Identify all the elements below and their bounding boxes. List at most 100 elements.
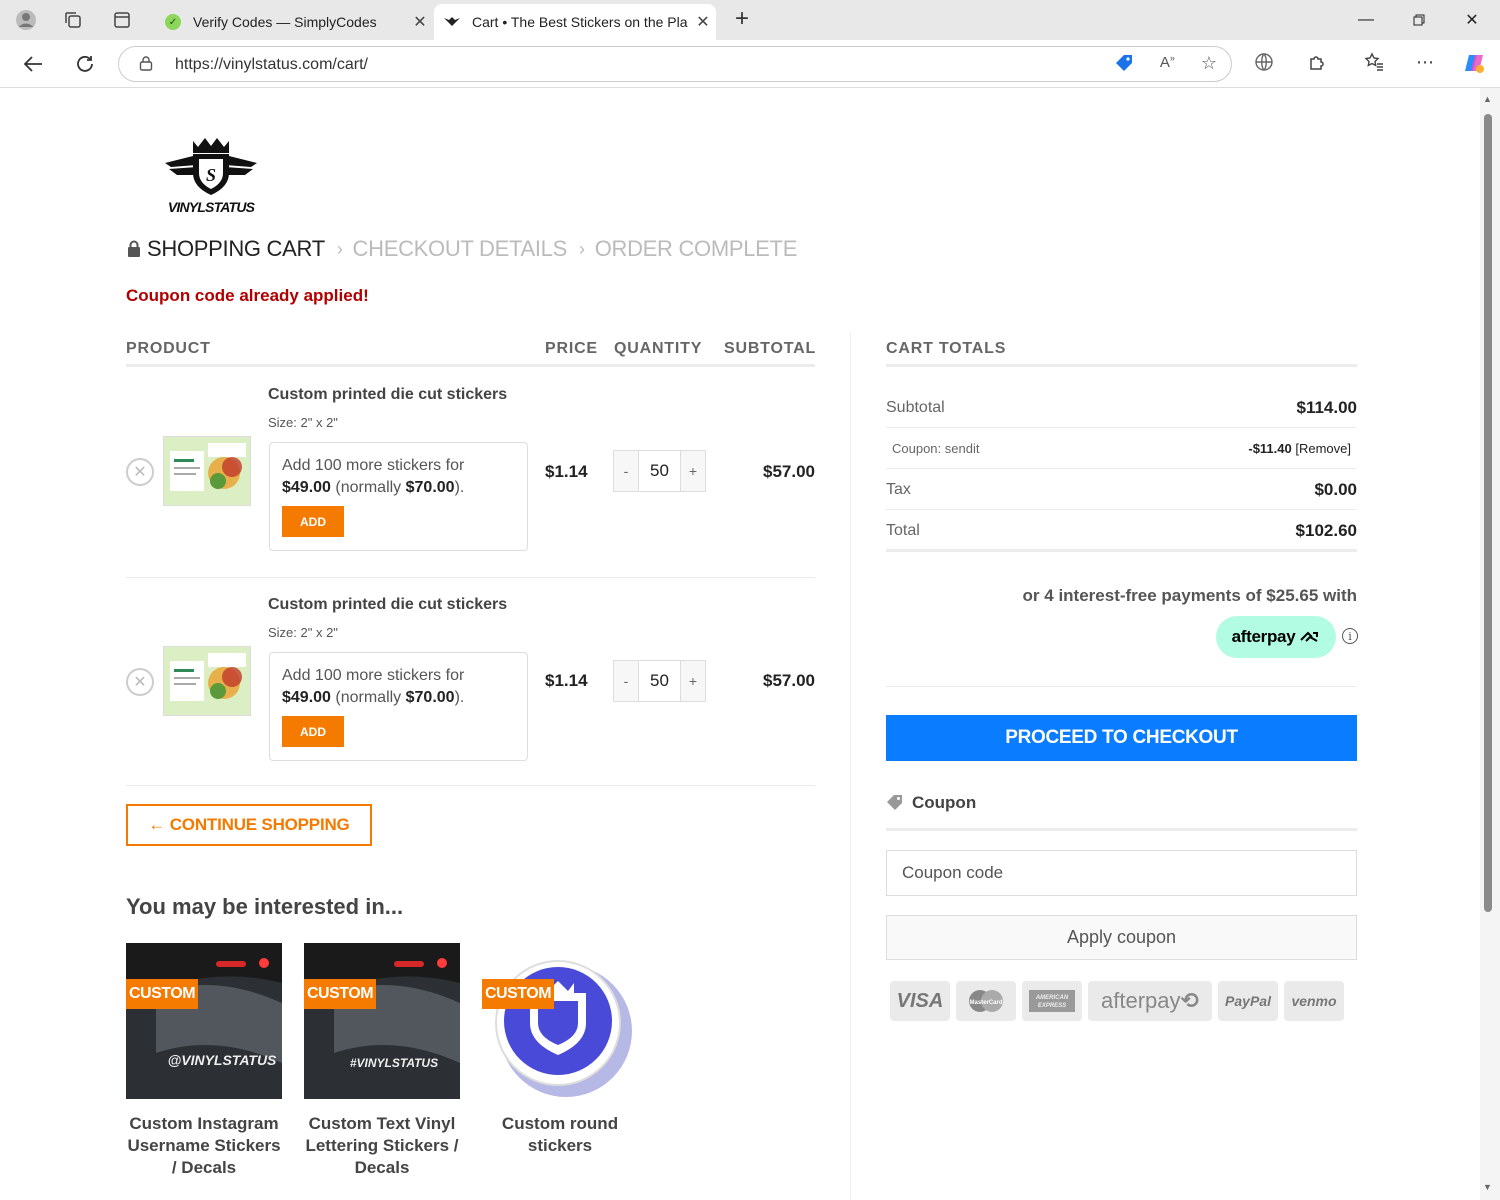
cart-item-row: ✕ Custom printed die cut stickers Size: … — [126, 386, 815, 576]
coupon-tag-icon[interactable] — [1114, 53, 1134, 78]
tax-value: $0.00 — [1314, 480, 1357, 499]
upsell-text: Add 100 more stickers for $49.00 (normal… — [282, 665, 518, 709]
tax-label: Tax — [886, 481, 911, 498]
simplycodes-favicon-icon: ✓ — [165, 14, 181, 30]
totals-row-divider — [886, 468, 1357, 469]
recommendation-name[interactable]: Custom round stickers — [482, 1113, 638, 1157]
checkout-steps: SHOPPING CART › CHECKOUT DETAILS › ORDER… — [127, 236, 797, 262]
coupon-heading: Coupon — [886, 793, 976, 813]
venmo-icon: venmo — [1284, 981, 1344, 1021]
quantity-input[interactable]: 50 — [638, 451, 681, 491]
recommendation-image[interactable]: CUSTOM — [482, 943, 638, 1099]
upsell-end: ). — [454, 689, 465, 706]
profile-icon[interactable] — [14, 8, 38, 32]
add-upsell-button[interactable]: ADD — [282, 716, 344, 747]
qty-plus-button[interactable]: + — [681, 451, 705, 491]
favorite-star-icon[interactable]: ☆ — [1201, 53, 1217, 78]
column-divider — [850, 333, 851, 1200]
scrollbar-thumb[interactable] — [1484, 114, 1492, 912]
workspaces-icon[interactable] — [61, 8, 85, 32]
vinylstatus-logo[interactable]: S VINYLSTATUS — [165, 135, 257, 215]
svg-text:MasterCard: MasterCard — [969, 1000, 1002, 1006]
apply-coupon-button[interactable]: Apply coupon — [886, 915, 1357, 960]
scroll-down-icon[interactable]: ▼ — [1483, 1182, 1492, 1192]
refresh-icon[interactable] — [71, 50, 99, 78]
recommendation-name[interactable]: Custom Instagram Username Stickers / Dec… — [126, 1113, 282, 1179]
continue-shopping-button[interactable]: ← CONTINUE SHOPPING — [126, 804, 372, 846]
qty-plus-button[interactable]: + — [681, 661, 705, 701]
coupon-divider — [886, 828, 1357, 831]
upsell-box: Add 100 more stickers for $49.00 (normal… — [269, 652, 528, 761]
svg-text:EXPRESS: EXPRESS — [1038, 1003, 1066, 1009]
add-upsell-button[interactable]: ADD — [282, 506, 344, 537]
close-window-icon[interactable]: ✕ — [1446, 0, 1498, 40]
tab-actions-icon[interactable] — [110, 8, 134, 32]
recommendation-name[interactable]: Custom Text Vinyl Lettering Stickers / D… — [304, 1113, 460, 1179]
totals-divider — [886, 364, 1357, 367]
total-value: $102.60 — [1295, 521, 1357, 540]
scroll-up-icon[interactable]: ▲ — [1483, 94, 1492, 104]
quantity-input[interactable]: 50 — [638, 661, 681, 701]
total-label: Total — [886, 522, 920, 539]
product-thumbnail[interactable] — [163, 436, 251, 506]
recommendation-image[interactable]: @VINYLSTATUS CUSTOM — [126, 943, 282, 1099]
upsell-line: Add 100 more stickers for — [282, 667, 465, 684]
page-scrollbar[interactable]: ▲ ▼ — [1480, 88, 1500, 1200]
product-name[interactable]: Custom printed die cut stickers — [268, 596, 507, 614]
logo-wordmark: VINYLSTATUS — [168, 199, 256, 215]
svg-text:S: S — [206, 165, 216, 185]
upsell-normal-price: $70.00 — [405, 479, 455, 496]
recommendation-item[interactable]: CUSTOM Custom round stickers — [482, 943, 638, 1157]
info-icon[interactable]: i — [1342, 628, 1358, 644]
favorites-icon[interactable] — [1362, 52, 1386, 77]
afterpay-badge[interactable]: afterpay — [1216, 616, 1336, 658]
remove-item-icon[interactable]: ✕ — [126, 458, 154, 486]
afterpay-arrows-icon — [1300, 631, 1319, 642]
extensions-icon[interactable] — [1305, 52, 1329, 77]
upsell-box: Add 100 more stickers for $49.00 (normal… — [269, 442, 528, 551]
read-aloud-icon[interactable]: A» — [1160, 53, 1175, 78]
tab-simplycodes[interactable]: ✓ Verify Codes — SimplyCodes ✕ — [155, 4, 433, 40]
qty-minus-button[interactable]: - — [614, 451, 638, 491]
quantity-stepper: - 50 + — [613, 660, 706, 702]
recommendation-item[interactable]: #VINYLSTATUS CUSTOM Custom Text Vinyl Le… — [304, 943, 460, 1179]
copilot-icon[interactable] — [1462, 52, 1486, 79]
qty-minus-button[interactable]: - — [614, 661, 638, 701]
url-field[interactable]: https://vinylstatus.com/cart/ A» ☆ — [118, 46, 1232, 82]
tab-cart[interactable]: Cart • The Best Stickers on the Pla ✕ — [434, 4, 716, 40]
browser-essentials-icon[interactable] — [1252, 52, 1276, 77]
product-image-text: @VINYLSTATUS — [168, 1052, 277, 1068]
recommendations-title: You may be interested in... — [126, 894, 404, 919]
recommendation-image[interactable]: #VINYLSTATUS CUSTOM — [304, 943, 460, 1099]
totals-tax-row: Tax $0.00 — [886, 478, 1357, 502]
more-menu-icon[interactable]: ⋯ — [1413, 52, 1437, 73]
close-tab-icon[interactable]: ✕ — [690, 12, 716, 32]
remove-item-icon[interactable]: ✕ — [126, 668, 154, 696]
tab-title: Verify Codes — SimplyCodes — [193, 14, 377, 30]
close-tab-icon[interactable]: ✕ — [407, 12, 433, 32]
remove-coupon-link[interactable]: [Remove] — [1295, 441, 1351, 456]
upsell-price: $49.00 — [282, 479, 331, 496]
svg-text:AMERICAN: AMERICAN — [1035, 995, 1069, 1001]
minimize-icon[interactable]: — — [1340, 0, 1392, 40]
recommendation-item[interactable]: @VINYLSTATUS CUSTOM Custom Instagram Use… — [126, 943, 282, 1179]
header-price: PRICE — [545, 340, 598, 357]
back-icon[interactable] — [19, 50, 47, 78]
totals-coupon-row: Coupon: sendit -$11.40 [Remove] — [886, 438, 1357, 458]
totals-row-divider — [886, 686, 1357, 687]
product-name[interactable]: Custom printed die cut stickers — [268, 386, 507, 404]
new-tab-icon[interactable]: + — [728, 6, 756, 34]
step-shopping-cart[interactable]: SHOPPING CART — [147, 236, 325, 262]
coupon-notice: Coupon code already applied! — [126, 286, 369, 305]
cart-totals-title: CART TOTALS — [886, 340, 1007, 357]
restore-icon[interactable] — [1393, 0, 1445, 40]
product-thumbnail[interactable] — [163, 646, 251, 716]
proceed-to-checkout-button[interactable]: PROCEED TO CHECKOUT — [886, 715, 1357, 761]
tag-icon — [887, 795, 902, 810]
step-checkout-details[interactable]: CHECKOUT DETAILS — [353, 236, 568, 262]
coupon-code-input[interactable] — [886, 850, 1357, 896]
visa-icon: VISA — [890, 981, 950, 1021]
afterpay-logo-text: afterpay — [1101, 988, 1181, 1013]
coupon-heading-text: Coupon — [912, 793, 977, 812]
lock-icon[interactable] — [139, 55, 153, 74]
